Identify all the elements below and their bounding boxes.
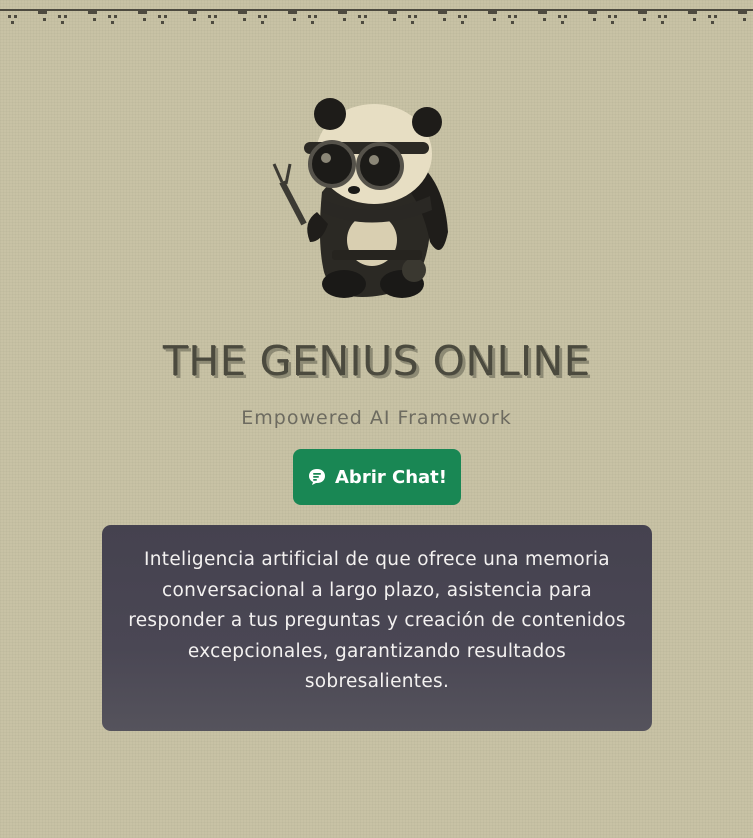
description-text: Inteligencia artificial de que ofrece un… (128, 549, 626, 692)
chat-icon (309, 469, 325, 485)
open-chat-button[interactable]: Abrir Chat! (293, 449, 461, 505)
open-chat-label: Abrir Chat! (335, 466, 447, 488)
panda-mascot-icon (272, 98, 448, 298)
page-title: THE GENIUS ONLINE (162, 337, 591, 385)
description-panel: Inteligencia artificial de que ofrece un… (102, 525, 652, 731)
page-subtitle: Empowered AI Framework (241, 407, 512, 429)
decorative-top-border (0, 9, 753, 24)
